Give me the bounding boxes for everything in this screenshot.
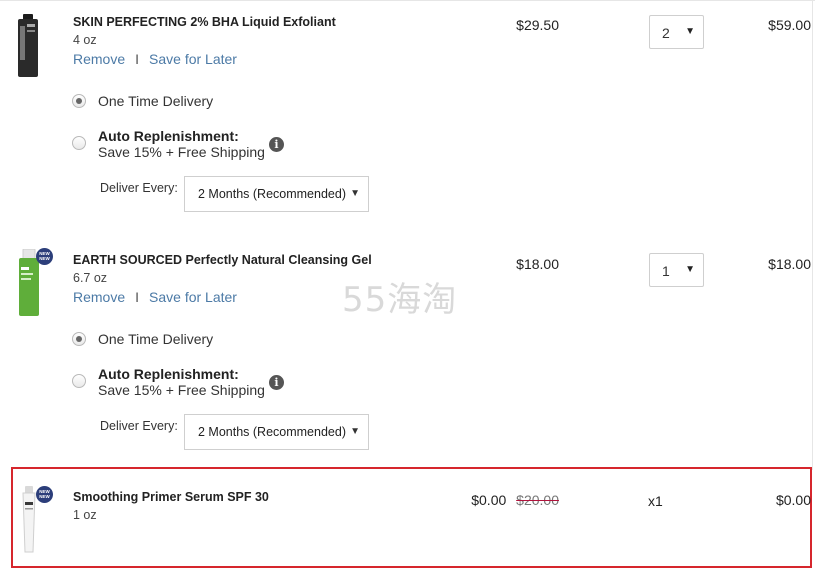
new-badge: NEW NEW [36, 486, 53, 503]
quantity-value: 2 [662, 25, 670, 41]
product-title[interactable]: Smoothing Primer Serum SPF 30 [73, 490, 269, 504]
cart-item-primer-serum: NEW NEW Smoothing Primer Serum SPF 30 1 … [0, 470, 815, 565]
line-total: $18.00 [768, 256, 811, 272]
price-group: $0.00 $20.00 [471, 492, 559, 508]
cart-item-bha-exfoliant: SKIN PERFECTING 2% BHA Liquid Exfoliant … [0, 0, 815, 230]
save-for-later-link[interactable]: Save for Later [149, 289, 237, 305]
one-time-delivery-radio[interactable] [72, 332, 86, 346]
auto-replenishment-savings: Save 15% + Free Shipping [98, 382, 265, 398]
product-image-bha-exfoliant[interactable] [14, 14, 42, 78]
auto-replenishment-radio[interactable] [72, 374, 86, 388]
deliver-every-label: Deliver Every: [100, 181, 178, 195]
auto-replenishment-label: Auto Replenishment: [98, 366, 239, 382]
line-total: $59.00 [768, 17, 811, 33]
deliver-every-select[interactable]: 2 Months (Recommended) ▼ [184, 176, 369, 212]
watermark: 55海淘 [342, 280, 458, 320]
quantity-display: x1 [648, 493, 663, 509]
caret-down-icon: ▼ [350, 426, 360, 437]
auto-replenishment-text: Auto Replenishment: Save 15% + Free Ship… [98, 366, 265, 398]
one-time-delivery-radio[interactable] [72, 94, 86, 108]
quantity-select[interactable]: 1 ▼ [649, 253, 704, 287]
info-icon[interactable]: i [269, 137, 284, 152]
info-icon[interactable]: i [269, 375, 284, 390]
unit-price: $18.00 [516, 256, 559, 272]
quantity-value: 1 [662, 263, 670, 279]
item-actions: Remove I Save for Later [73, 51, 237, 67]
save-for-later-link[interactable]: Save for Later [149, 51, 237, 67]
one-time-delivery-label: One Time Delivery [98, 331, 214, 347]
product-title[interactable]: EARTH SOURCED Perfectly Natural Cleansin… [73, 253, 372, 267]
auto-replenishment-text: Auto Replenishment: Save 15% + Free Ship… [98, 128, 265, 160]
original-price: $20.00 [516, 492, 559, 508]
action-separator: I [135, 51, 140, 67]
item-actions: Remove I Save for Later [73, 289, 237, 305]
quantity-select[interactable]: 2 ▼ [649, 15, 704, 49]
caret-down-icon: ▼ [350, 188, 360, 199]
auto-replenishment-savings: Save 15% + Free Shipping [98, 144, 265, 160]
remove-link[interactable]: Remove [73, 289, 125, 305]
product-size: 1 oz [73, 508, 97, 522]
remove-link[interactable]: Remove [73, 51, 125, 67]
caret-down-icon: ▼ [685, 26, 695, 37]
product-title[interactable]: SKIN PERFECTING 2% BHA Liquid Exfoliant [73, 15, 336, 29]
action-separator: I [135, 289, 140, 305]
deliver-every-value: 2 Months (Recommended) [198, 425, 346, 439]
deliver-every-label: Deliver Every: [100, 419, 178, 433]
deliver-every-select[interactable]: 2 Months (Recommended) ▼ [184, 414, 369, 450]
deliver-every-value: 2 Months (Recommended) [198, 187, 346, 201]
product-size: 6.7 oz [73, 271, 108, 285]
auto-replenishment-radio[interactable] [72, 136, 86, 150]
product-size: 4 oz [73, 33, 97, 47]
new-badge: NEW NEW [36, 248, 53, 265]
discounted-price: $0.00 [471, 492, 507, 508]
auto-replenishment-label: Auto Replenishment: [98, 128, 239, 144]
unit-price: $29.50 [516, 17, 559, 33]
caret-down-icon: ▼ [685, 264, 695, 275]
line-total: $0.00 [775, 492, 811, 508]
one-time-delivery-label: One Time Delivery [98, 93, 214, 109]
